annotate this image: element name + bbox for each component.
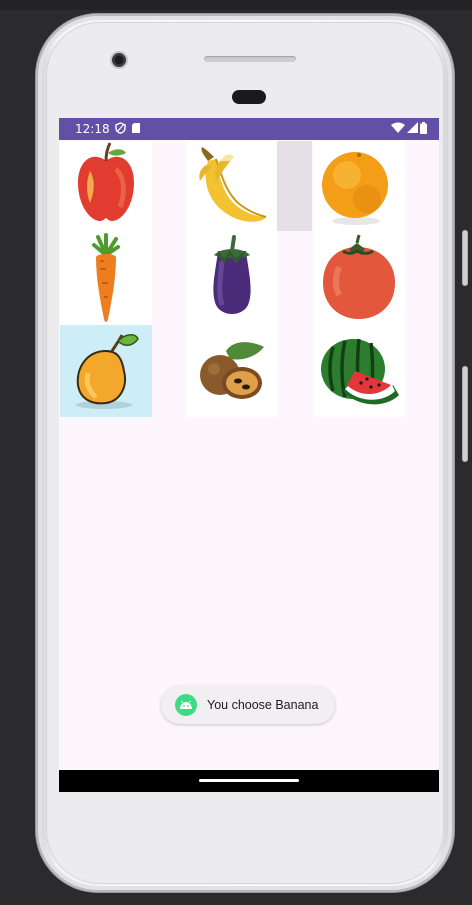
toast-message: You choose Banana: [161, 686, 335, 724]
battery-icon: [420, 121, 427, 137]
android-app-icon: [175, 694, 197, 716]
ripple-highlight: [277, 141, 312, 231]
status-bar: 12:18: [59, 118, 439, 140]
grid-item-orange[interactable]: [313, 141, 405, 233]
vpn-shield-icon: [114, 121, 126, 137]
wifi-icon: [391, 122, 405, 136]
mango-icon: [76, 334, 139, 409]
grid-item-banana[interactable]: [186, 141, 278, 233]
speaker-grille: [204, 56, 296, 62]
cell-signal-icon: [407, 122, 418, 136]
eggplant-icon: [213, 235, 251, 314]
grid-item-carrot[interactable]: [60, 233, 152, 325]
carrot-icon: [92, 233, 120, 322]
earpiece: [232, 90, 266, 104]
status-time: 12:18: [75, 122, 110, 136]
orange-icon: [322, 152, 388, 225]
grid-item-apple[interactable]: [60, 141, 152, 233]
apple-icon: [78, 142, 134, 221]
banana-icon: [199, 147, 267, 222]
front-camera: [110, 51, 128, 69]
navigation-bar: [59, 770, 439, 792]
grid-item-sapodilla[interactable]: [186, 325, 278, 417]
home-gesture-handle[interactable]: [199, 779, 299, 782]
window-top-edge: [0, 0, 472, 10]
app-screen: 12:18 You choose Banana: [59, 118, 439, 792]
volume-button[interactable]: [462, 366, 468, 462]
grid-item-watermelon[interactable]: [313, 325, 405, 417]
grid-item-tomato[interactable]: [313, 233, 405, 325]
grid-item-mango[interactable]: [60, 325, 152, 417]
power-button[interactable]: [462, 230, 468, 286]
sapodilla-icon: [200, 342, 264, 399]
sd-card-icon: [131, 122, 141, 137]
tomato-icon: [323, 234, 395, 319]
watermelon-icon: [321, 338, 399, 405]
grid-item-eggplant[interactable]: [186, 233, 278, 325]
toast-text: You choose Banana: [207, 698, 319, 712]
